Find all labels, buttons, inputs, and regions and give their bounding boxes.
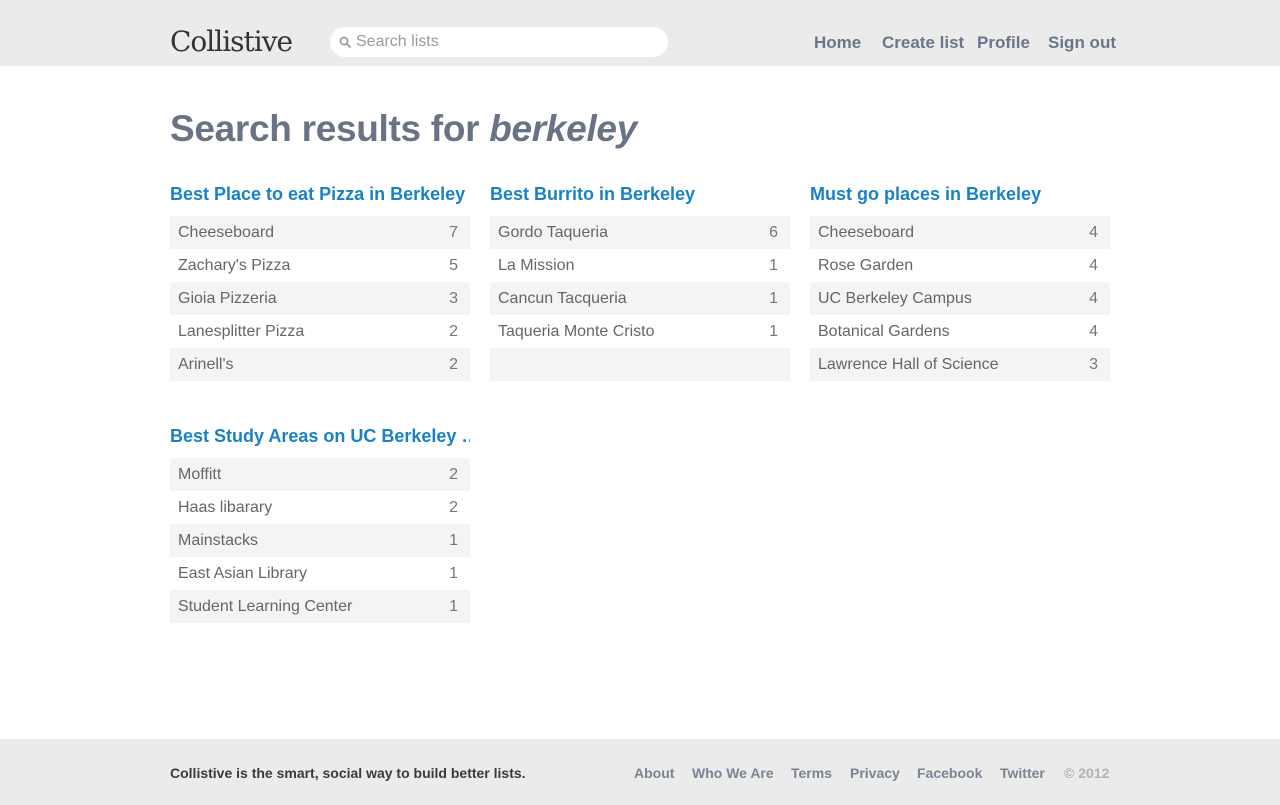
item-name: Botanical Gardens <box>818 322 950 340</box>
footer-link-terms[interactable]: Terms <box>791 765 832 781</box>
list-title[interactable]: Must go places in Berkeley <box>810 182 1110 206</box>
item-count: 7 <box>449 223 458 241</box>
list-item[interactable]: Moffitt 2 <box>170 458 470 491</box>
item-name: Cancun Tacqueria <box>498 289 627 307</box>
item-name: Mainstacks <box>178 531 259 549</box>
list-item[interactable]: Haas libarary 2 <box>170 491 470 524</box>
item-count: 4 <box>1089 256 1098 274</box>
footer-link-about[interactable]: About <box>634 765 674 781</box>
footer-link-facebook[interactable]: Facebook <box>917 765 982 781</box>
footer-tagline: Collistive is the smart, social way to b… <box>170 765 526 781</box>
list-item[interactable]: Lawrence Hall of Science 3 <box>810 348 1110 381</box>
list-item[interactable]: East Asian Library 1 <box>170 557 470 590</box>
item-count: 1 <box>769 256 778 274</box>
item-name: Student Learning Center <box>178 597 353 615</box>
nav-profile[interactable]: Profile <box>977 33 1030 53</box>
item-name: Taqueria Monte Cristo <box>498 322 655 340</box>
item-count: 3 <box>449 289 458 307</box>
item-count: 3 <box>1089 355 1098 373</box>
item-count: 2 <box>449 322 458 340</box>
search-box[interactable] <box>330 27 668 57</box>
footer-link-privacy[interactable]: Privacy <box>850 765 900 781</box>
search-icon <box>339 36 351 48</box>
list-card: Must go places in Berkeley Cheeseboard 4 … <box>810 182 1110 381</box>
header: Collistive Home Create list Profile Sign… <box>0 0 1280 66</box>
item-count: 1 <box>449 564 458 582</box>
item-count: 2 <box>449 465 458 483</box>
item-name: Gioia Pizzeria <box>178 289 277 307</box>
list-item[interactable]: Gioia Pizzeria 3 <box>170 282 470 315</box>
item-count: 2 <box>449 498 458 516</box>
list-item[interactable]: Cheeseboard 4 <box>810 216 1110 249</box>
footer-link-who-we-are[interactable]: Who We Are <box>692 765 774 781</box>
item-name: Zachary's Pizza <box>178 256 291 274</box>
item-name: La Mission <box>498 256 575 274</box>
search-input[interactable] <box>356 27 656 57</box>
search-query: berkeley <box>489 108 637 149</box>
list-item[interactable]: Cancun Tacqueria 1 <box>490 282 790 315</box>
item-count: 1 <box>449 531 458 549</box>
list-item[interactable]: Taqueria Monte Cristo 1 <box>490 315 790 348</box>
nav-sign-out[interactable]: Sign out <box>1048 33 1116 53</box>
item-count: 1 <box>769 289 778 307</box>
item-count: 4 <box>1089 289 1098 307</box>
list-item[interactable]: Rose Garden 4 <box>810 249 1110 282</box>
footer-link-twitter[interactable]: Twitter <box>1000 765 1045 781</box>
list-item-empty <box>490 348 790 381</box>
item-count: 2 <box>449 355 458 373</box>
list-title[interactable]: Best Study Areas on UC Berkeley … <box>170 424 470 448</box>
item-name: UC Berkeley Campus <box>818 289 972 307</box>
list-item[interactable]: Zachary's Pizza 5 <box>170 249 470 282</box>
list-item[interactable]: La Mission 1 <box>490 249 790 282</box>
list-item[interactable]: Mainstacks 1 <box>170 524 470 557</box>
list-card: Best Burrito in Berkeley Gordo Taqueria 6… <box>490 182 790 381</box>
list-item[interactable]: Student Learning Center 1 <box>170 590 470 623</box>
item-count: 4 <box>1089 322 1098 340</box>
item-count: 1 <box>769 322 778 340</box>
list-title[interactable]: Best Burrito in Berkeley <box>490 182 790 206</box>
nav-create-list[interactable]: Create list <box>882 33 964 53</box>
list-item[interactable]: UC Berkeley Campus 4 <box>810 282 1110 315</box>
item-name: Lawrence Hall of Science <box>818 355 999 373</box>
item-name: Moffitt <box>178 465 222 483</box>
item-name: Arinell's <box>178 355 234 373</box>
item-count: 6 <box>769 223 778 241</box>
item-name: Cheeseboard <box>818 223 915 241</box>
item-count: 4 <box>1089 223 1098 241</box>
copyright: © 2012 <box>1064 765 1110 781</box>
page-title: Search results for berkeley <box>170 108 637 150</box>
item-name: Gordo Taqueria <box>498 223 608 241</box>
list-item[interactable]: Arinell's 2 <box>170 348 470 381</box>
item-name: Lanesplitter Pizza <box>178 322 305 340</box>
item-count: 1 <box>449 597 458 615</box>
list-title[interactable]: Best Place to eat Pizza in Berkeley <box>170 182 470 206</box>
list-item[interactable]: Lanesplitter Pizza 2 <box>170 315 470 348</box>
list-item[interactable]: Cheeseboard 7 <box>170 216 470 249</box>
list-item[interactable]: Gordo Taqueria 6 <box>490 216 790 249</box>
item-name: Cheeseboard <box>178 223 275 241</box>
list-card: Best Study Areas on UC Berkeley … Moffit… <box>170 424 470 623</box>
list-item[interactable]: Botanical Gardens 4 <box>810 315 1110 348</box>
item-name: East Asian Library <box>178 564 307 582</box>
item-name: Rose Garden <box>818 256 914 274</box>
footer: Collistive is the smart, social way to b… <box>0 739 1280 805</box>
page-title-prefix: Search results for <box>170 108 490 149</box>
logo[interactable]: Collistive <box>170 24 293 60</box>
item-name: Haas libarary <box>178 498 273 516</box>
nav-home[interactable]: Home <box>814 33 861 53</box>
item-count: 5 <box>449 256 458 274</box>
list-card: Best Place to eat Pizza in Berkeley Chee… <box>170 182 470 381</box>
